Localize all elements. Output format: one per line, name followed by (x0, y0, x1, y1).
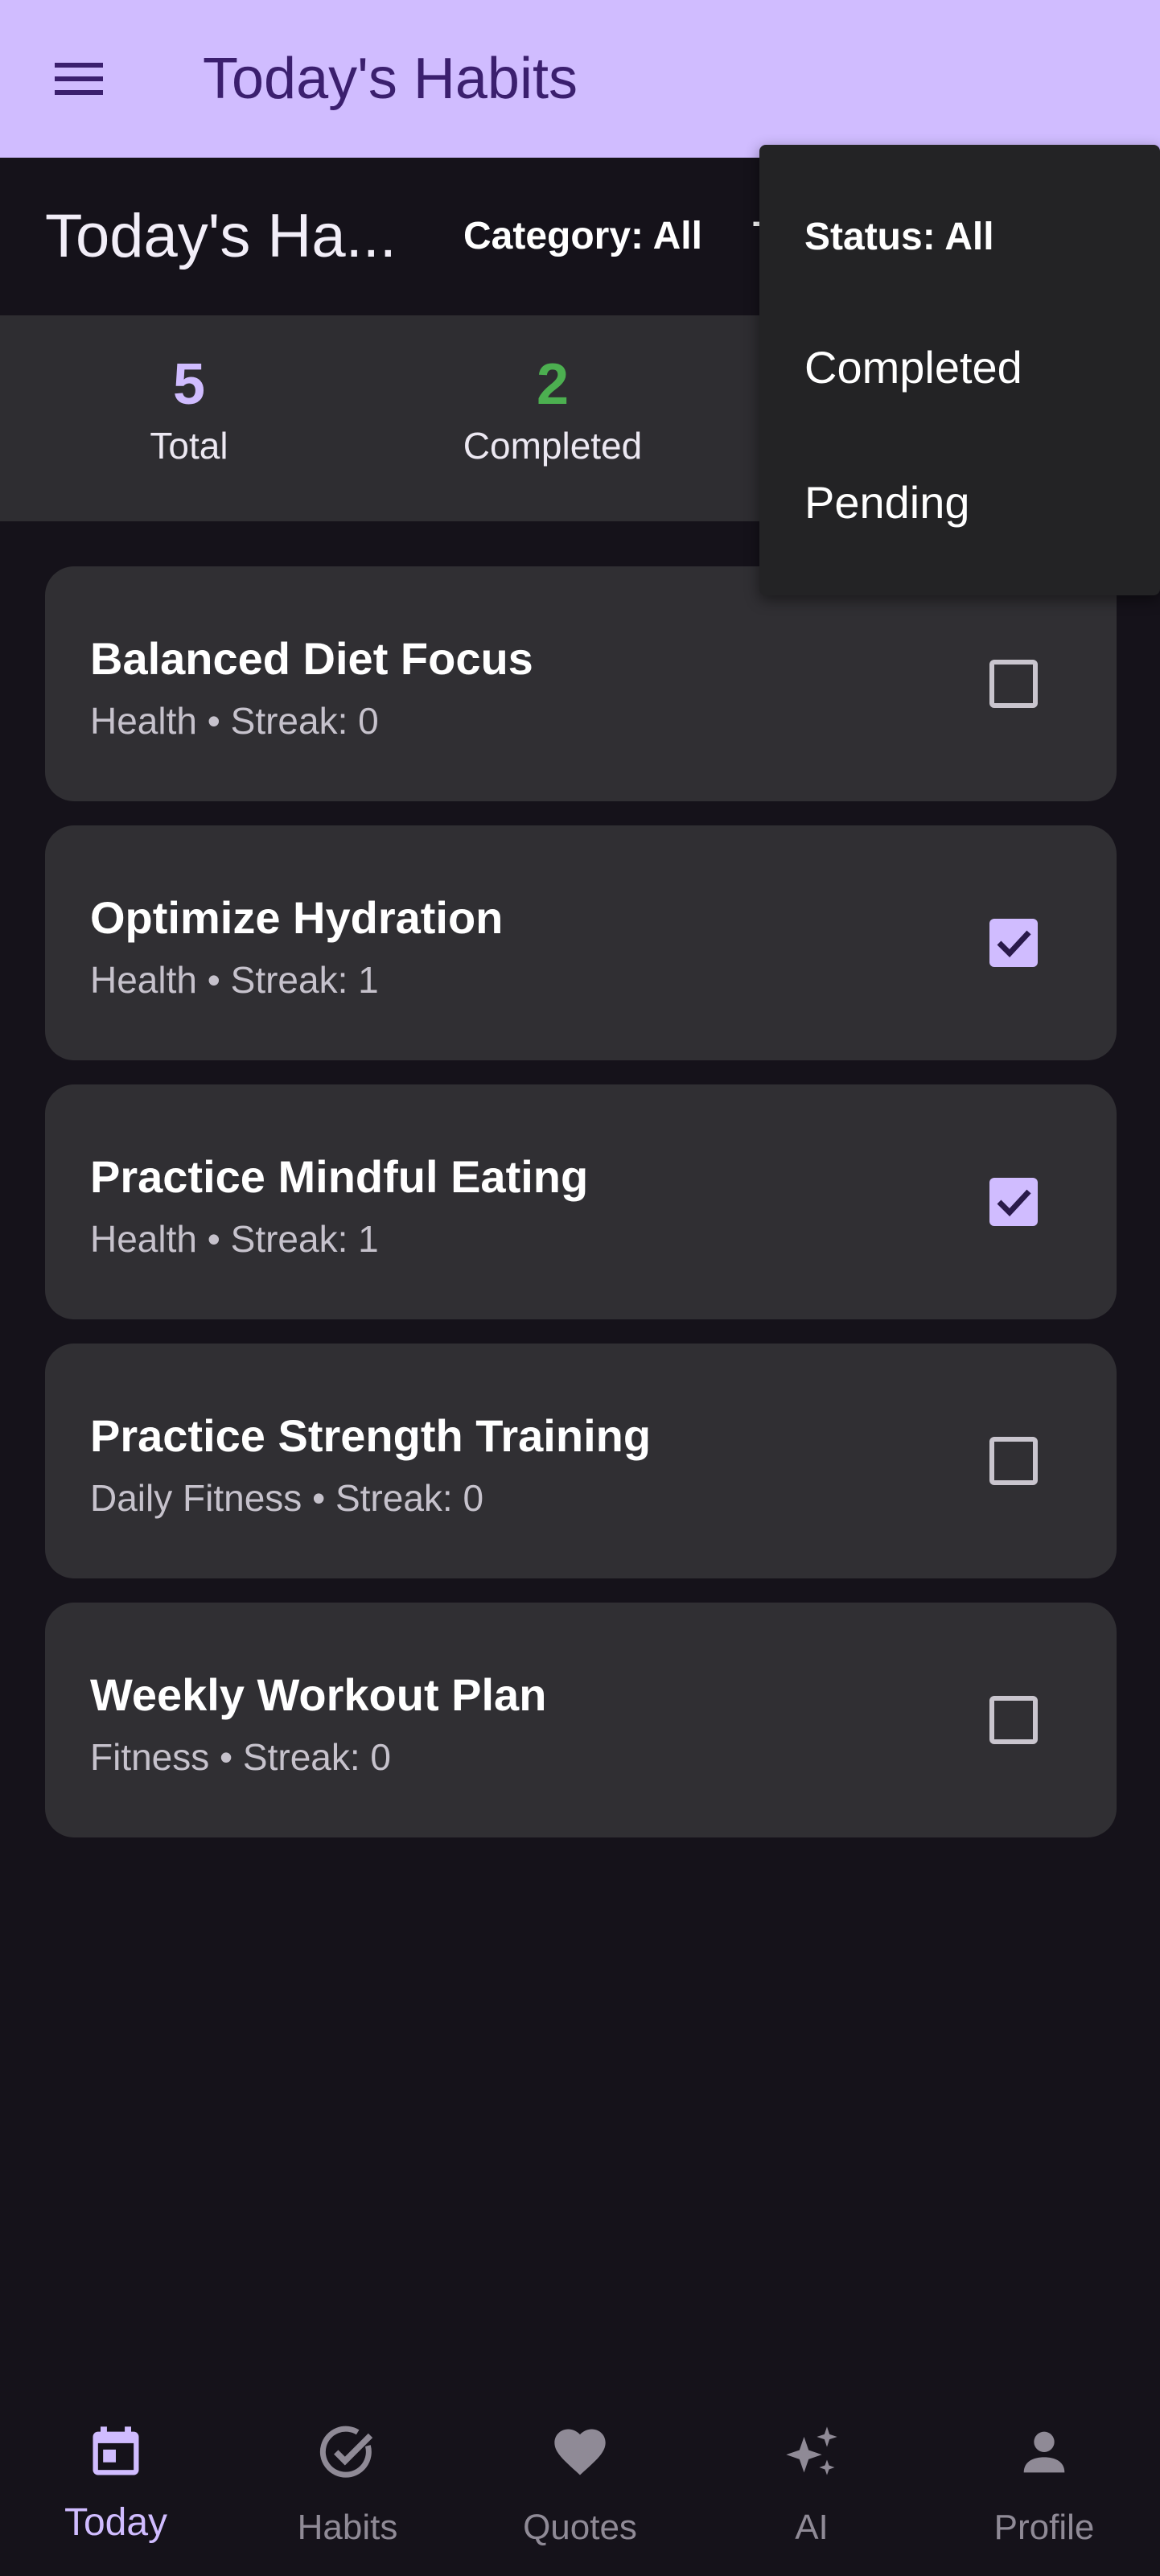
habit-name: Weekly Workout Plan (90, 1669, 547, 1720)
stat-total: 5 Total (68, 351, 310, 470)
status-filter-menu: Status: All Completed Pending (759, 145, 1160, 595)
screen: Today's Habits Today's Ha... Category: A… (0, 0, 1160, 2576)
nav-profile[interactable]: Profile (928, 2415, 1160, 2568)
habit-card[interactable]: Balanced Diet Focus Health • Streak: 0 (45, 566, 1117, 801)
status-option-all[interactable]: Status: All (804, 209, 994, 265)
habit-checkbox[interactable] (989, 660, 1038, 708)
status-option-pending[interactable]: Pending (804, 475, 970, 531)
nav-label: Today (64, 2501, 168, 2544)
sparkle-icon (786, 2426, 837, 2475)
habit-name: Practice Mindful Eating (90, 1151, 589, 1202)
habit-card[interactable]: Practice Mindful Eating Health • Streak:… (45, 1084, 1117, 1319)
nav-label: Habits (297, 2508, 398, 2547)
page-title: Today's Ha... (45, 202, 397, 270)
nav-quotes[interactable]: Quotes (464, 2415, 696, 2568)
habit-checkbox[interactable] (989, 919, 1038, 967)
nav-label: Quotes (523, 2508, 637, 2547)
nav-ai[interactable]: AI (696, 2415, 928, 2568)
stat-total-value: 5 (172, 352, 206, 417)
habit-name: Practice Strength Training (90, 1410, 652, 1461)
stat-total-label: Total (150, 425, 228, 467)
habit-card[interactable]: Practice Strength Training Daily Fitness… (45, 1344, 1117, 1578)
habit-checkbox[interactable] (989, 1437, 1038, 1485)
stat-completed: 2 Completed (432, 351, 673, 470)
nav-label: AI (795, 2508, 829, 2547)
checkmark-icon (997, 930, 1031, 958)
app-bar-title: Today's Habits (203, 47, 578, 111)
heart-icon (554, 2429, 606, 2475)
menu-icon (55, 63, 103, 95)
habit-checkbox[interactable] (989, 1178, 1038, 1226)
nav-label: Profile (993, 2508, 1095, 2547)
habit-card[interactable]: Optimize Hydration Health • Streak: 1 (45, 825, 1117, 1060)
stat-completed-value: 2 (536, 352, 570, 417)
menu-button[interactable] (45, 50, 113, 108)
habit-name: Optimize Hydration (90, 892, 504, 943)
app-bar: Today's Habits (0, 0, 1160, 158)
category-filter-button[interactable]: Category: All (463, 211, 702, 262)
habit-meta: Daily Fitness • Streak: 0 (90, 1477, 484, 1519)
habit-name: Balanced Diet Focus (90, 633, 533, 684)
nav-today[interactable]: Today (0, 2415, 232, 2568)
status-option-completed[interactable]: Completed (804, 339, 1022, 396)
habit-meta: Health • Streak: 0 (90, 700, 379, 742)
person-icon (1023, 2431, 1065, 2473)
check-circle-icon (319, 2426, 373, 2478)
habit-card[interactable]: Weekly Workout Plan Fitness • Streak: 0 (45, 1603, 1117, 1837)
nav-habits[interactable]: Habits (232, 2415, 463, 2568)
calendar-icon (93, 2426, 139, 2475)
stat-completed-label: Completed (463, 425, 643, 467)
habit-meta: Fitness • Streak: 0 (90, 1736, 392, 1778)
habit-meta: Health • Streak: 1 (90, 1218, 379, 1260)
habit-meta: Health • Streak: 1 (90, 959, 379, 1001)
bottom-navigation: Today Habits Quotes AI Profile (0, 2397, 1160, 2576)
habit-checkbox[interactable] (989, 1696, 1038, 1744)
checkmark-icon (997, 1189, 1031, 1217)
